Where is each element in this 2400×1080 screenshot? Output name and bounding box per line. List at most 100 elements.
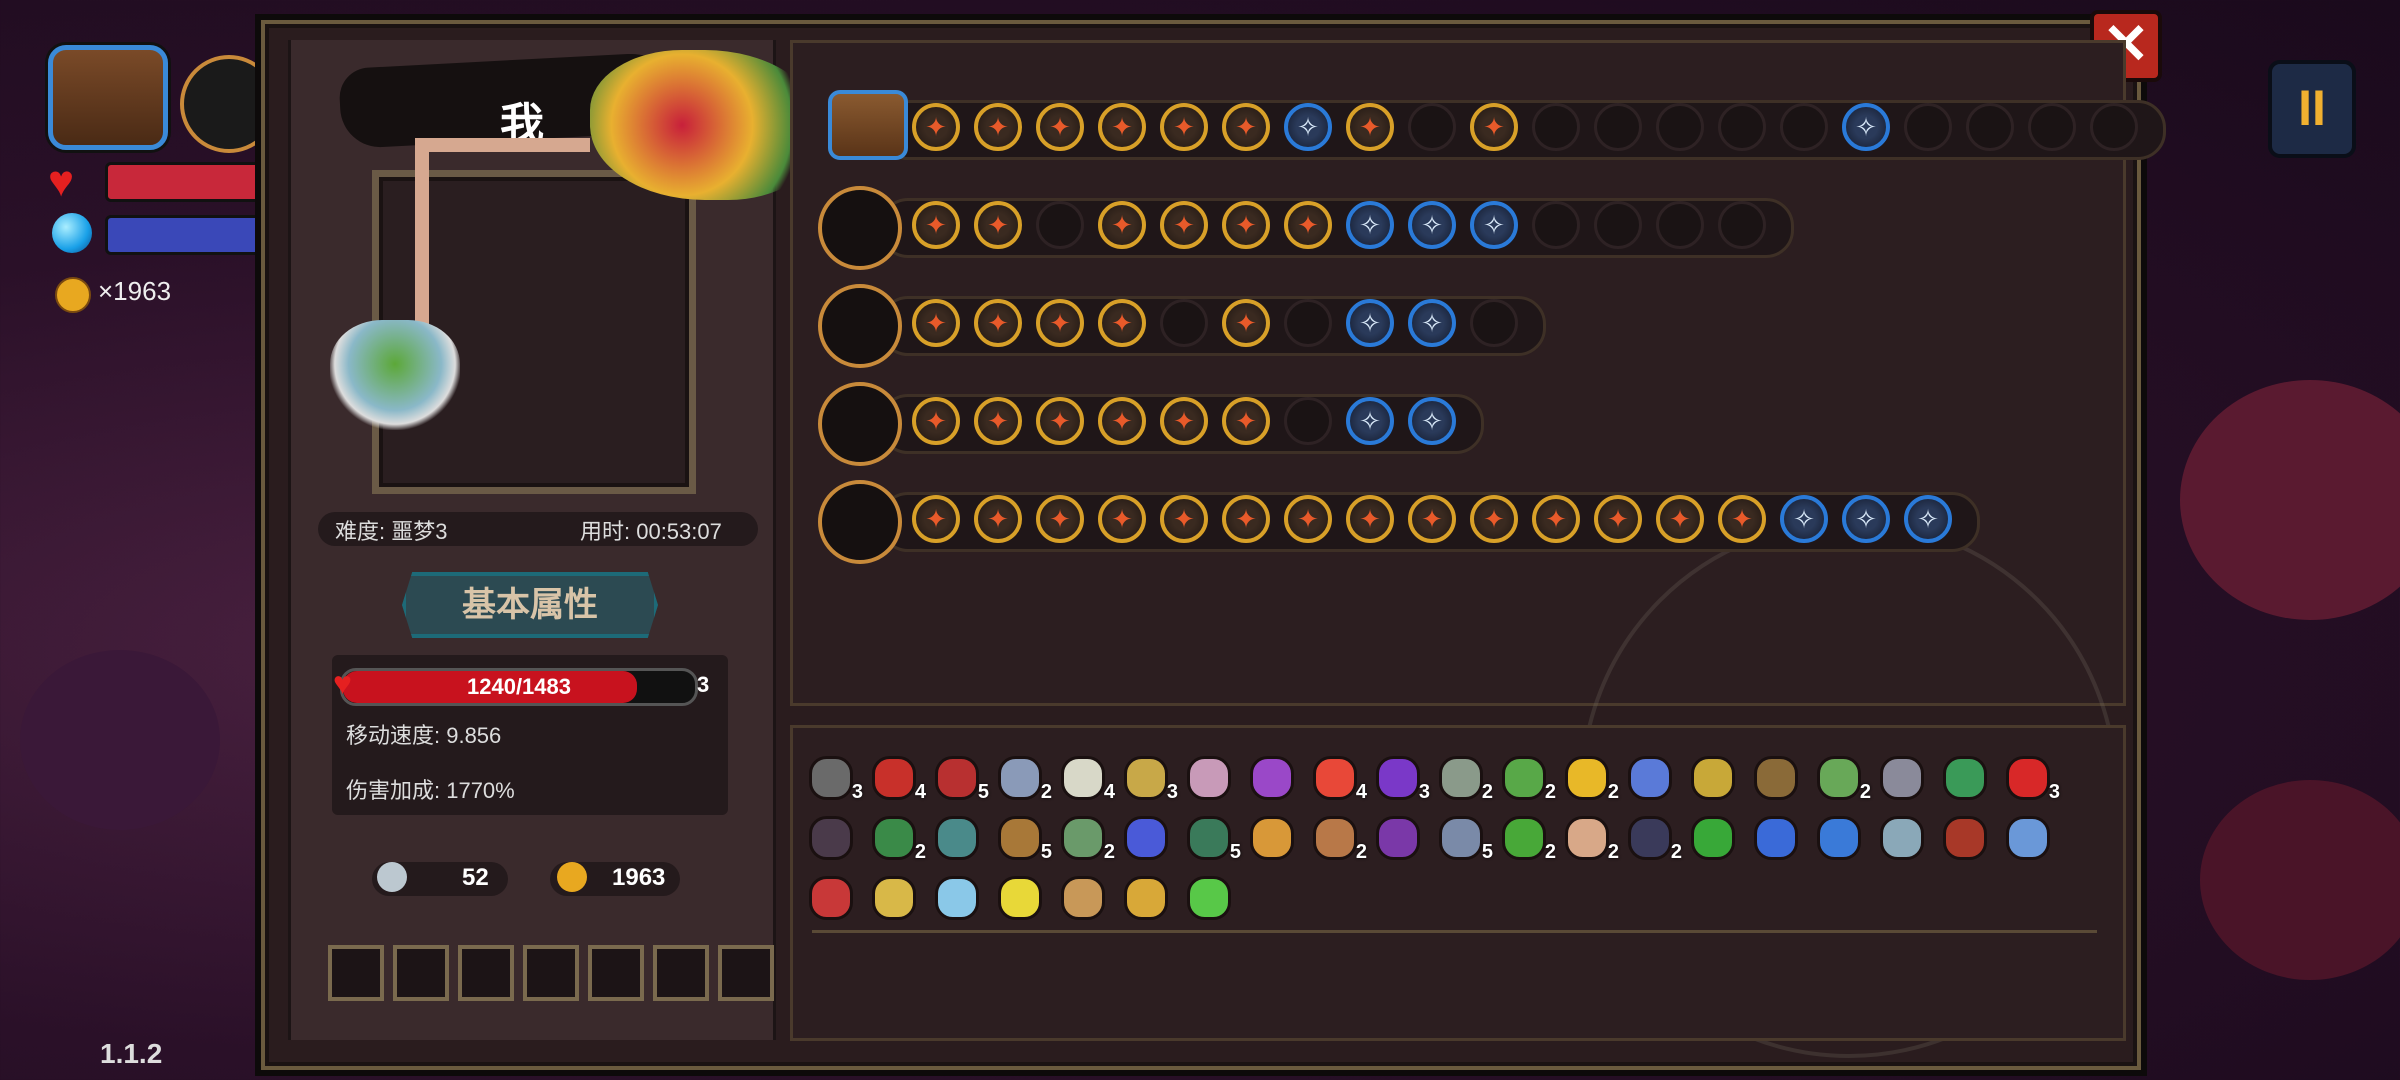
item-slot[interactable] bbox=[1244, 810, 1294, 860]
rune-gem-icon[interactable]: ✦ bbox=[1222, 495, 1270, 543]
equipment-slot[interactable] bbox=[393, 945, 449, 1001]
rune-gem-icon[interactable]: ✦ bbox=[1098, 201, 1146, 249]
item-slot[interactable]: 5 bbox=[929, 750, 989, 803]
empty-rune-slot[interactable] bbox=[2028, 103, 2076, 151]
rune-gem-icon[interactable]: ✦ bbox=[1718, 495, 1766, 543]
item-slot[interactable] bbox=[1181, 750, 1231, 800]
item-slot[interactable] bbox=[1244, 750, 1294, 800]
rune-gem-icon[interactable]: ✦ bbox=[1160, 201, 1208, 249]
rune-gem-icon[interactable]: ✦ bbox=[1470, 103, 1518, 151]
item-slot[interactable] bbox=[1937, 750, 1987, 800]
rune-gem-icon[interactable]: ✦ bbox=[1222, 201, 1270, 249]
item-slot[interactable]: 5 bbox=[1433, 810, 1493, 863]
item-slot[interactable] bbox=[1685, 750, 1735, 800]
item-slot[interactable]: 4 bbox=[866, 750, 926, 803]
rune-gem-icon[interactable]: ✦ bbox=[1656, 495, 1704, 543]
rune-gem-icon[interactable]: ✧ bbox=[1284, 103, 1332, 151]
rune-gem-icon[interactable]: ✧ bbox=[1408, 299, 1456, 347]
rune-gem-icon[interactable]: ✦ bbox=[1036, 397, 1084, 445]
item-slot[interactable] bbox=[1622, 750, 1672, 800]
rune-gem-icon[interactable]: ✦ bbox=[1594, 495, 1642, 543]
item-slot[interactable]: 5 bbox=[992, 810, 1052, 863]
item-slot[interactable]: 4 bbox=[1055, 750, 1115, 803]
item-slot[interactable] bbox=[1937, 810, 1987, 860]
rune-gem-icon[interactable]: ✦ bbox=[1098, 397, 1146, 445]
equipment-slot[interactable] bbox=[653, 945, 709, 1001]
item-slot[interactable] bbox=[1811, 810, 1861, 860]
empty-rune-slot[interactable] bbox=[1656, 103, 1704, 151]
rune-gem-icon[interactable]: ✦ bbox=[974, 397, 1022, 445]
rune-gem-icon[interactable]: ✦ bbox=[1160, 103, 1208, 151]
item-slot[interactable]: 2 bbox=[1496, 810, 1556, 863]
rune-gem-icon[interactable]: ✦ bbox=[974, 299, 1022, 347]
empty-rune-slot[interactable] bbox=[1718, 201, 1766, 249]
item-slot[interactable] bbox=[803, 810, 853, 860]
empty-rune-slot[interactable] bbox=[1532, 103, 1580, 151]
item-slot[interactable] bbox=[1874, 810, 1924, 860]
item-slot[interactable] bbox=[1181, 870, 1231, 920]
empty-rune-slot[interactable] bbox=[1594, 201, 1642, 249]
equipment-slot[interactable] bbox=[458, 945, 514, 1001]
item-slot[interactable]: 3 bbox=[803, 750, 863, 803]
item-slot[interactable]: 4 bbox=[1307, 750, 1367, 803]
crystal-wand-icon[interactable] bbox=[818, 382, 902, 466]
item-slot[interactable] bbox=[1874, 750, 1924, 800]
empty-rune-slot[interactable] bbox=[1594, 103, 1642, 151]
rune-gem-icon[interactable]: ✦ bbox=[1222, 397, 1270, 445]
rune-gem-icon[interactable]: ✧ bbox=[1470, 201, 1518, 249]
rune-gem-icon[interactable]: ✦ bbox=[1284, 495, 1332, 543]
empty-rune-slot[interactable] bbox=[1904, 103, 1952, 151]
rune-gem-icon[interactable]: ✦ bbox=[1160, 397, 1208, 445]
equipment-slot[interactable] bbox=[328, 945, 384, 1001]
item-slot[interactable]: 2 bbox=[1622, 810, 1682, 863]
rune-gem-icon[interactable]: ✦ bbox=[974, 103, 1022, 151]
rune-gem-icon[interactable]: ✦ bbox=[1160, 495, 1208, 543]
spear-icon[interactable] bbox=[818, 480, 902, 564]
pause-button[interactable]: II bbox=[2268, 60, 2356, 158]
scepter-icon[interactable] bbox=[818, 284, 902, 368]
item-slot[interactable]: 2 bbox=[1811, 750, 1871, 803]
equipment-slot[interactable] bbox=[718, 945, 774, 1001]
rune-gem-icon[interactable]: ✧ bbox=[1780, 495, 1828, 543]
rune-gem-icon[interactable]: ✧ bbox=[1842, 103, 1890, 151]
equipment-slot[interactable] bbox=[588, 945, 644, 1001]
empty-rune-slot[interactable] bbox=[1470, 299, 1518, 347]
rune-gem-icon[interactable]: ✦ bbox=[1036, 495, 1084, 543]
item-slot[interactable]: 3 bbox=[1118, 750, 1178, 803]
item-slot[interactable] bbox=[1118, 810, 1168, 860]
item-slot[interactable]: 5 bbox=[1181, 810, 1241, 863]
rune-gem-icon[interactable]: ✧ bbox=[1842, 495, 1890, 543]
rune-gem-icon[interactable]: ✧ bbox=[1346, 299, 1394, 347]
empty-rune-slot[interactable] bbox=[1532, 201, 1580, 249]
item-slot[interactable]: 3 bbox=[2000, 750, 2060, 803]
rune-gem-icon[interactable]: ✦ bbox=[1346, 495, 1394, 543]
empty-rune-slot[interactable] bbox=[1408, 103, 1456, 151]
item-slot[interactable] bbox=[1055, 870, 1105, 920]
rune-gem-icon[interactable]: ✦ bbox=[1222, 103, 1270, 151]
item-slot[interactable] bbox=[866, 870, 916, 920]
empty-rune-slot[interactable] bbox=[1966, 103, 2014, 151]
item-slot[interactable]: 2 bbox=[1496, 750, 1556, 803]
empty-rune-slot[interactable] bbox=[1160, 299, 1208, 347]
rune-gem-icon[interactable]: ✦ bbox=[912, 201, 960, 249]
rune-gem-icon[interactable]: ✧ bbox=[1904, 495, 1952, 543]
rune-gem-icon[interactable]: ✧ bbox=[1408, 397, 1456, 445]
empty-rune-slot[interactable] bbox=[1036, 201, 1084, 249]
rune-gem-icon[interactable]: ✦ bbox=[912, 397, 960, 445]
item-slot[interactable] bbox=[1685, 810, 1735, 860]
item-slot[interactable] bbox=[1748, 750, 1798, 800]
rune-gem-icon[interactable]: ✦ bbox=[1408, 495, 1456, 543]
rune-gem-icon[interactable]: ✧ bbox=[1346, 397, 1394, 445]
rune-gem-icon[interactable]: ✦ bbox=[1036, 299, 1084, 347]
empty-rune-slot[interactable] bbox=[1284, 397, 1332, 445]
item-slot[interactable] bbox=[929, 810, 979, 860]
item-slot[interactable]: 2 bbox=[1559, 810, 1619, 863]
item-slot[interactable] bbox=[2000, 810, 2050, 860]
rune-gem-icon[interactable]: ✦ bbox=[1284, 201, 1332, 249]
empty-rune-slot[interactable] bbox=[1656, 201, 1704, 249]
rune-gem-icon[interactable]: ✦ bbox=[974, 495, 1022, 543]
rune-gem-icon[interactable]: ✦ bbox=[974, 201, 1022, 249]
item-slot[interactable] bbox=[803, 870, 853, 920]
item-slot[interactable] bbox=[1118, 870, 1168, 920]
rune-gem-icon[interactable]: ✦ bbox=[1036, 103, 1084, 151]
